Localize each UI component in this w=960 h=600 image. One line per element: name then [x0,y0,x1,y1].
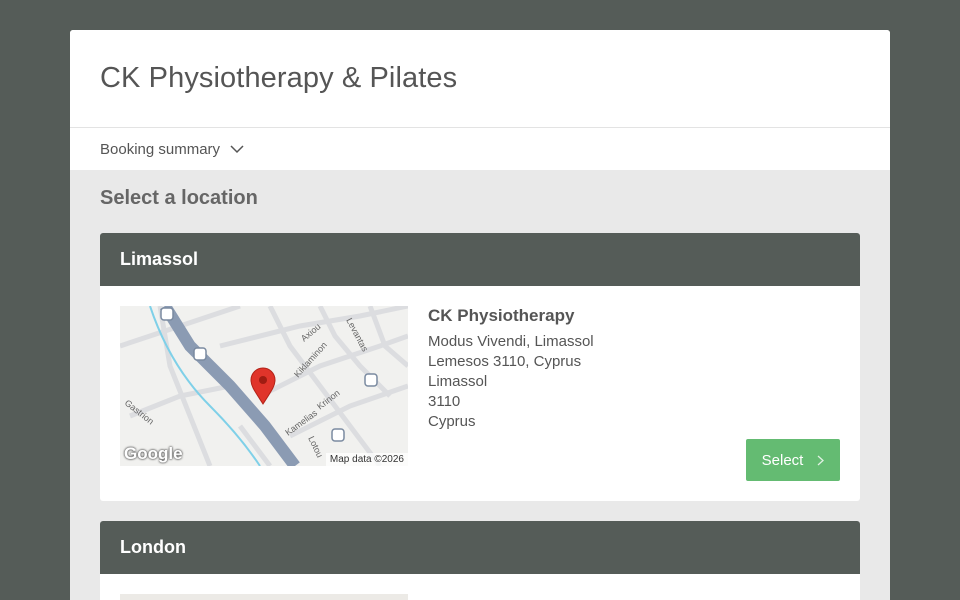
booking-summary-label: Booking summary [100,140,221,158]
location-card-london: London [100,521,860,600]
location-map[interactable] [120,594,408,600]
select-location-button[interactable]: Select [746,439,840,481]
address-line: Lemesos 3110, Cyprus [428,353,582,370]
business-name: CK Physiotherapy [428,306,575,325]
page-title: CK Physiotherapy & Pilates [100,62,458,94]
select-button-label: Select [761,451,804,469]
location-body [100,574,860,600]
section-title: Select a location [100,187,258,209]
location-name: Limassol [120,249,199,269]
address-line: Limassol [428,373,488,390]
location-map[interactable]: Axiou Levantas Kiklaminon Krinon Gastrio… [120,306,408,466]
address-line: 3110 [428,393,461,410]
address-line: Modus Vivendi, Limassol [428,333,594,350]
address-line: Cyprus [428,413,476,430]
main-content: Select a location Limassol Axiou Levanta… [70,170,890,600]
chevron-right-icon [817,455,825,466]
map-credit: Map data ©2026 [325,453,408,466]
location-header: Limassol [100,233,860,286]
location-body: Axiou Levantas Kiklaminon Krinon Gastrio… [100,286,860,501]
booking-summary-toggle[interactable]: Booking summary [70,128,890,170]
google-logo: Google [124,444,183,463]
location-card-limassol: Limassol Axiou Levantas Kiklaminon Krino… [100,233,860,501]
booking-panel: CK Physiotherapy & Pilates Booking summa… [70,30,890,600]
location-name: London [120,537,186,557]
page-header: CK Physiotherapy & Pilates [70,30,890,128]
chevron-down-icon [230,144,244,154]
location-header: London [100,521,860,574]
